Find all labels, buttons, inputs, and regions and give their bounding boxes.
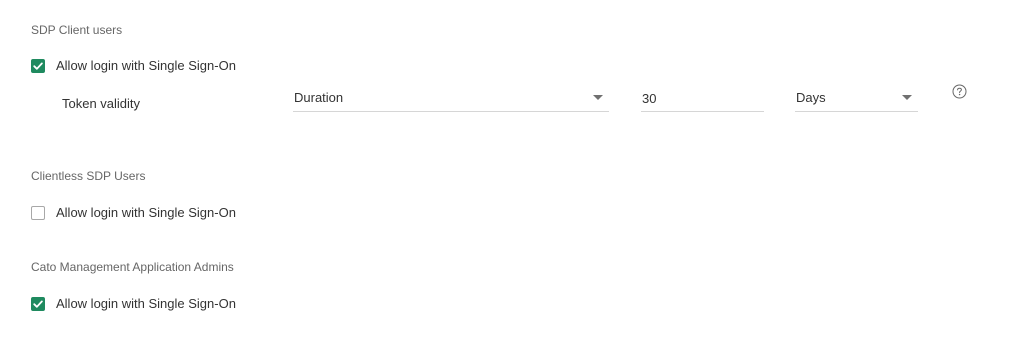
clientless-section-title: Clientless SDP Users xyxy=(31,169,146,183)
chevron-down-icon xyxy=(902,95,912,100)
checkmark-icon xyxy=(33,62,43,70)
token-mode-value: Duration xyxy=(294,90,344,105)
cato-admins-section-title: Cato Management Application Admins xyxy=(31,260,234,274)
token-validity-label: Token validity xyxy=(62,96,141,111)
token-amount-input[interactable] xyxy=(641,90,765,106)
cato-admins-sso-checkbox-row[interactable]: Allow login with Single Sign-On xyxy=(31,296,236,311)
sdp-client-sso-checkbox[interactable] xyxy=(31,58,45,73)
token-unit-value: Days xyxy=(796,90,826,105)
clientless-sso-checkbox-row[interactable]: Allow login with Single Sign-On xyxy=(31,205,236,220)
token-unit-select[interactable]: Days xyxy=(795,84,918,112)
token-mode-select[interactable]: Duration xyxy=(293,84,609,112)
chevron-down-icon xyxy=(593,95,603,100)
clientless-sso-checkbox[interactable] xyxy=(31,205,45,220)
sdp-client-sso-label: Allow login with Single Sign-On xyxy=(56,58,236,73)
cato-admins-sso-checkbox[interactable] xyxy=(31,296,45,311)
checkmark-icon xyxy=(33,300,43,308)
sdp-client-sso-checkbox-row[interactable]: Allow login with Single Sign-On xyxy=(31,58,236,73)
token-amount-field[interactable] xyxy=(641,84,765,112)
clientless-sso-label: Allow login with Single Sign-On xyxy=(56,205,236,220)
sdp-client-section-title: SDP Client users xyxy=(31,23,123,37)
question-circle-icon[interactable] xyxy=(952,84,967,99)
cato-admins-sso-label: Allow login with Single Sign-On xyxy=(56,296,236,311)
